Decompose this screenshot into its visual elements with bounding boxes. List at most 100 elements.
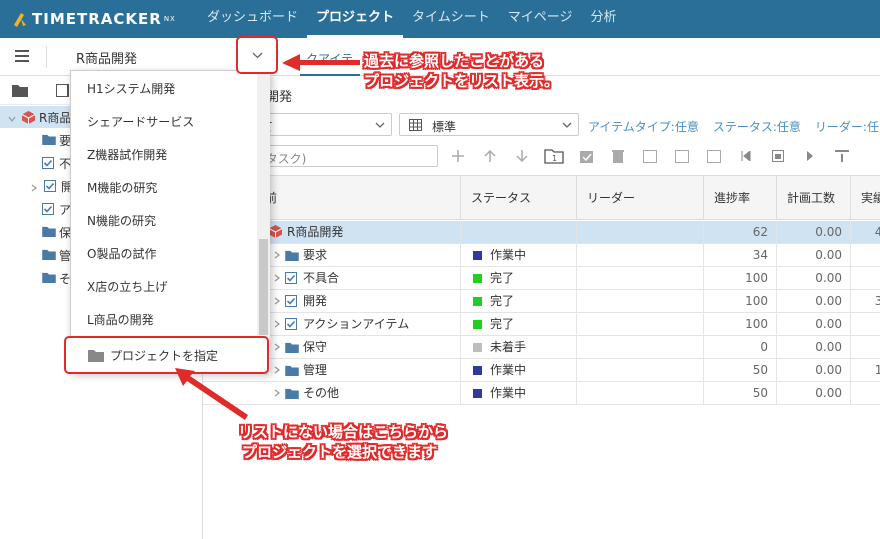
row-leader [576, 267, 703, 290]
arrow-up-icon[interactable] [474, 147, 506, 165]
folder-icon [285, 361, 303, 382]
column-header[interactable]: 進捗率 [703, 176, 776, 220]
nav-item[interactable]: タイムシート [403, 0, 499, 38]
status-dot [473, 389, 482, 398]
column-header[interactable]: 実績 [850, 176, 880, 220]
nav-item[interactable]: 分析 [582, 0, 626, 38]
project-history-dropdown-button[interactable] [236, 36, 278, 74]
row-leader [576, 359, 703, 382]
search-input[interactable]: (タスク) [256, 145, 438, 167]
expand-caret-icon[interactable] [273, 382, 285, 404]
expand-caret-icon[interactable] [273, 313, 285, 335]
checkbox-icon [285, 269, 303, 290]
folder-icon [285, 246, 303, 267]
expand-caret-icon[interactable] [8, 112, 18, 122]
column-header[interactable]: ステータス [460, 176, 576, 220]
top-navigation-bar: TIMETRACKER NX ダッシュボード プロジェクト タイムシート マイページ 分析 [0, 0, 880, 38]
calendar-2-icon[interactable] [666, 147, 698, 165]
tab-item-partial[interactable]: クアイテ [300, 50, 360, 76]
logo-suffix: NX [163, 15, 176, 23]
chevron-down-icon [562, 122, 572, 128]
expand-caret-icon[interactable] [273, 290, 285, 312]
status-dot [473, 343, 482, 352]
main-nav: ダッシュボード プロジェクト タイムシート マイページ 分析 [198, 0, 626, 38]
folder-view-icon[interactable] [12, 84, 28, 97]
table-row[interactable]: アクションアイテム 完了 100 0.00 [203, 313, 880, 336]
table-row[interactable]: 管理 作業中 500.0010 [203, 359, 880, 382]
row-name: アクションアイテム [303, 317, 410, 331]
expand-caret-icon[interactable] [30, 181, 40, 192]
dropdown-item[interactable]: M機能の研究 [71, 172, 256, 205]
add-icon[interactable] [442, 147, 474, 165]
row-planned: 0.00 [776, 382, 850, 405]
row-planned: 0.00 [776, 290, 850, 313]
skip-first-icon[interactable] [730, 147, 762, 165]
view-select[interactable]: 標準 [399, 113, 579, 136]
filter-link[interactable]: アイテムタイプ:任意 [588, 120, 699, 134]
grid-header: 前ステータスリーダー進捗率計画工数実績 [203, 176, 880, 220]
dropdown-item[interactable]: X店の立ち上げ [71, 271, 256, 304]
approve-icon[interactable] [570, 147, 602, 165]
svg-text:1: 1 [552, 154, 557, 163]
dropdown-scrollbar[interactable] [257, 71, 270, 371]
scrollbar-thumb[interactable] [259, 239, 268, 335]
today-icon[interactable] [762, 147, 794, 165]
app-logo[interactable]: TIMETRACKER NX [12, 9, 176, 29]
expand-caret-icon[interactable] [273, 359, 285, 381]
status-dot [473, 251, 482, 260]
table-row[interactable]: 保守 未着手 0 0.00 [203, 336, 880, 359]
table-row[interactable]: R商品開発 620.0047 [203, 221, 880, 244]
next-icon[interactable] [794, 147, 826, 165]
arrow-down-icon[interactable] [506, 147, 538, 165]
nav-item[interactable]: ダッシュボード [198, 0, 307, 38]
hamburger-menu-icon[interactable] [15, 50, 29, 62]
tree-item-label: R商品 [39, 110, 72, 125]
calendar-31-icon[interactable] [698, 147, 730, 165]
table-row[interactable]: 不具合 完了 100 0.00 [203, 267, 880, 290]
calendar-1-icon[interactable] [634, 147, 666, 165]
expand-caret-icon[interactable] [273, 336, 285, 358]
filter-link[interactable]: ステータス:任意 [713, 120, 801, 134]
row-status: 未着手 [490, 340, 527, 354]
annotation-top-line1: 過去に参照したことがある [364, 52, 545, 70]
cube-icon [21, 111, 36, 124]
annotation-top-line2: プロジェクトをリスト表示。 [364, 72, 560, 90]
nav-item[interactable]: マイページ [499, 0, 582, 38]
column-header[interactable]: リーダー [576, 176, 703, 220]
indent-icon[interactable] [826, 147, 858, 165]
dropdown-item[interactable]: L商品の開発 [71, 304, 256, 337]
chevron-down-icon [252, 52, 263, 59]
dropdown-item[interactable]: H1システム開発 [71, 73, 256, 106]
row-actual: 47 [850, 221, 880, 244]
row-progress: 100 [703, 267, 776, 290]
dropdown-item[interactable]: シェアードサービス [71, 106, 256, 139]
row-status: 完了 [490, 317, 515, 331]
logo-text: TIMETRACKER [32, 10, 162, 28]
row-status: 作業中 [490, 386, 527, 400]
specify-project-option[interactable]: プロジェクトを指定 [64, 336, 269, 374]
annotation-bottom-line2: プロジェクトを選択できます [242, 443, 438, 461]
column-header[interactable]: 計画工数 [776, 176, 850, 220]
row-planned: 0.00 [776, 313, 850, 336]
table-row[interactable]: 開発 完了 1000.0034 [203, 290, 880, 313]
nav-item[interactable]: プロジェクト [307, 0, 404, 38]
table-row[interactable]: 要求 作業中 34 0.00 [203, 244, 880, 267]
project-selector-value[interactable]: R商品開発 [76, 48, 137, 67]
folder-icon [42, 226, 56, 238]
trash-icon[interactable] [602, 147, 634, 165]
dropdown-item[interactable]: Z機器試作開発 [71, 139, 256, 172]
row-planned: 0.00 [776, 336, 850, 359]
folder-icon [88, 350, 104, 362]
folder-icon [42, 272, 56, 284]
dropdown-item[interactable]: N機能の研究 [71, 205, 256, 238]
filter-link[interactable]: リーダー:任意 [815, 120, 880, 134]
row-planned: 0.00 [776, 244, 850, 267]
folder-number-icon[interactable]: 1 [538, 147, 570, 165]
expand-caret-icon[interactable] [273, 244, 285, 266]
expand-caret-icon[interactable] [273, 267, 285, 289]
dropdown-item[interactable]: O製品の試作 [71, 238, 256, 271]
table-row[interactable]: その他 作業中 500.002 [203, 382, 880, 405]
filter-select-1[interactable]: て [256, 113, 392, 136]
row-name: 要求 [303, 248, 328, 262]
row-status: 完了 [490, 271, 515, 285]
